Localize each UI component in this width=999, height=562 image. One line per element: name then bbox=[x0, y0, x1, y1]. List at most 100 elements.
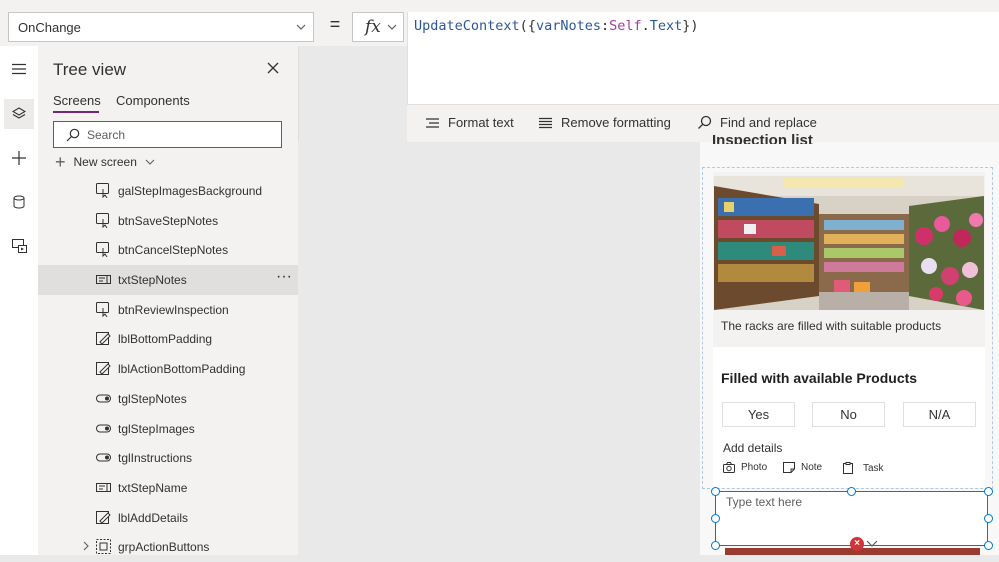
group-icon bbox=[96, 539, 111, 555]
resize-handle[interactable] bbox=[984, 514, 993, 523]
equals-sign: = bbox=[329, 14, 341, 34]
tree-item[interactable]: btnCancelStepNotes bbox=[38, 235, 298, 265]
format-text-icon bbox=[426, 117, 439, 128]
tree-item[interactable]: tglStepNotes bbox=[38, 384, 298, 414]
tree-view-title: Tree view bbox=[53, 60, 127, 79]
toggle-icon bbox=[96, 453, 111, 462]
close-icon[interactable] bbox=[266, 61, 280, 75]
tree-view-panel: Tree view Screens Components Search + Ne… bbox=[38, 46, 299, 555]
remove-formatting-label: Remove formatting bbox=[561, 115, 671, 130]
formula-colon: : bbox=[600, 18, 610, 34]
tree-item[interactable]: galStepImagesBackground bbox=[38, 176, 298, 206]
chevron-right-icon[interactable] bbox=[82, 541, 90, 551]
tree-item-label: tglStepNotes bbox=[118, 391, 187, 406]
na-button[interactable]: N/A bbox=[903, 402, 976, 427]
plus-icon[interactable] bbox=[4, 143, 34, 173]
tree-item-label: btnReviewInspection bbox=[118, 302, 229, 317]
hamburger-icon[interactable] bbox=[4, 54, 34, 84]
tree-item-label: lblAddDetails bbox=[118, 510, 189, 525]
resize-handle[interactable] bbox=[847, 487, 856, 496]
resize-handle[interactable] bbox=[984, 541, 993, 550]
tree-item[interactable]: btnReviewInspection bbox=[38, 295, 298, 325]
find-replace-label: Find and replace bbox=[720, 115, 817, 130]
tree-item-label: txtStepName bbox=[118, 480, 188, 495]
new-screen-label: New screen bbox=[73, 155, 137, 169]
toggle-icon bbox=[96, 394, 111, 403]
label-icon bbox=[96, 332, 111, 346]
tree-item[interactable]: lblBottomPadding bbox=[38, 324, 298, 354]
tree-item-label: lblBottomPadding bbox=[118, 332, 213, 347]
tree-item[interactable]: tglInstructions bbox=[38, 443, 298, 473]
tree-item[interactable]: btnSaveStepNotes bbox=[38, 206, 298, 236]
tree-item[interactable]: txtStepName bbox=[38, 473, 298, 503]
photo-action[interactable]: Photo bbox=[723, 462, 767, 473]
button-icon bbox=[96, 301, 109, 317]
tree-list: galStepImagesBackground btnSaveStepNotes… bbox=[38, 176, 298, 562]
tree-item-label: tglInstructions bbox=[118, 451, 193, 466]
resize-handle[interactable] bbox=[984, 487, 993, 496]
button-icon bbox=[96, 183, 109, 198]
tree-item-label: grpActionButtons bbox=[118, 540, 210, 555]
tab-components[interactable]: Components bbox=[116, 93, 190, 108]
layers-icon[interactable] bbox=[4, 99, 34, 129]
tab-screens[interactable]: Screens bbox=[53, 93, 101, 108]
search-icon bbox=[66, 128, 80, 142]
left-rail bbox=[0, 46, 39, 555]
chevron-down-icon bbox=[296, 24, 306, 30]
toggle-icon bbox=[96, 424, 111, 432]
error-badge-icon[interactable]: × bbox=[850, 537, 864, 551]
tree-item-label: txtStepNotes bbox=[118, 273, 187, 288]
format-text-label: Format text bbox=[448, 115, 514, 130]
formula-text: UpdateContext({varNotes:Self.Text}) bbox=[414, 18, 699, 34]
camera-icon bbox=[723, 462, 735, 473]
card-caption: The racks are filled with suitable produ… bbox=[721, 319, 942, 333]
remove-formatting-button[interactable]: Remove formatting bbox=[538, 115, 671, 130]
more-options-icon[interactable]: ··· bbox=[276, 268, 292, 286]
format-text-button[interactable]: Format text bbox=[425, 115, 514, 130]
textinput-icon bbox=[96, 275, 111, 285]
tree-item-label: galStepImagesBackground bbox=[118, 184, 263, 198]
note-action[interactable]: Note bbox=[783, 462, 822, 473]
search-input[interactable]: Search bbox=[53, 121, 282, 148]
tree-item-label: tglStepImages bbox=[118, 421, 195, 436]
tree-item[interactable]: lblActionBottomPadding bbox=[38, 354, 298, 384]
task-action[interactable]: Task bbox=[843, 462, 884, 474]
no-button[interactable]: No bbox=[812, 402, 885, 427]
formula-self: Self bbox=[609, 18, 642, 34]
formula-editor[interactable]: UpdateContext({varNotes:Self.Text}) bbox=[407, 12, 999, 104]
resize-handle[interactable] bbox=[711, 541, 720, 550]
fx-button[interactable]: fx bbox=[352, 12, 404, 42]
resize-handle[interactable] bbox=[711, 514, 720, 523]
tree-item-label: lblActionBottomPadding bbox=[118, 362, 246, 377]
resize-handle[interactable] bbox=[711, 487, 720, 496]
note-icon bbox=[783, 462, 795, 473]
card-title: Filled with available Products bbox=[721, 370, 918, 386]
formula-toolbar: Format text Remove formatting Find and r… bbox=[407, 104, 999, 143]
add-details-label: Add details bbox=[723, 441, 783, 455]
search-icon bbox=[698, 115, 712, 129]
remove-formatting-icon bbox=[539, 117, 552, 128]
database-icon[interactable] bbox=[4, 187, 34, 217]
fx-icon: fx bbox=[365, 17, 381, 37]
store-photo bbox=[714, 176, 984, 310]
chevron-down-icon bbox=[387, 24, 397, 30]
find-replace-button[interactable]: Find and replace bbox=[697, 115, 817, 130]
tree-item[interactable]: tglStepImages bbox=[38, 414, 298, 444]
photo-label: Photo bbox=[741, 462, 768, 473]
textinput-icon bbox=[96, 482, 111, 492]
formula-dot: . bbox=[641, 18, 650, 34]
new-screen-button[interactable]: + New screen bbox=[55, 153, 155, 171]
chevron-down-icon[interactable] bbox=[866, 540, 878, 548]
tree-item[interactable]: grpActionButtons bbox=[38, 532, 298, 562]
tree-item-selected[interactable]: txtStepNotes ··· bbox=[38, 265, 298, 295]
tree-item-label: btnCancelStepNotes bbox=[118, 243, 229, 258]
tree-item[interactable]: lblAddDetails bbox=[38, 503, 298, 533]
active-tab-indicator bbox=[53, 111, 99, 113]
property-dropdown[interactable]: OnChange bbox=[8, 12, 314, 42]
yes-button[interactable]: Yes bbox=[722, 402, 795, 427]
button-icon bbox=[96, 242, 109, 258]
clipboard-icon bbox=[843, 462, 853, 474]
media-icon[interactable] bbox=[4, 231, 34, 261]
property-dropdown-value: OnChange bbox=[18, 20, 81, 35]
label-icon bbox=[96, 362, 111, 376]
